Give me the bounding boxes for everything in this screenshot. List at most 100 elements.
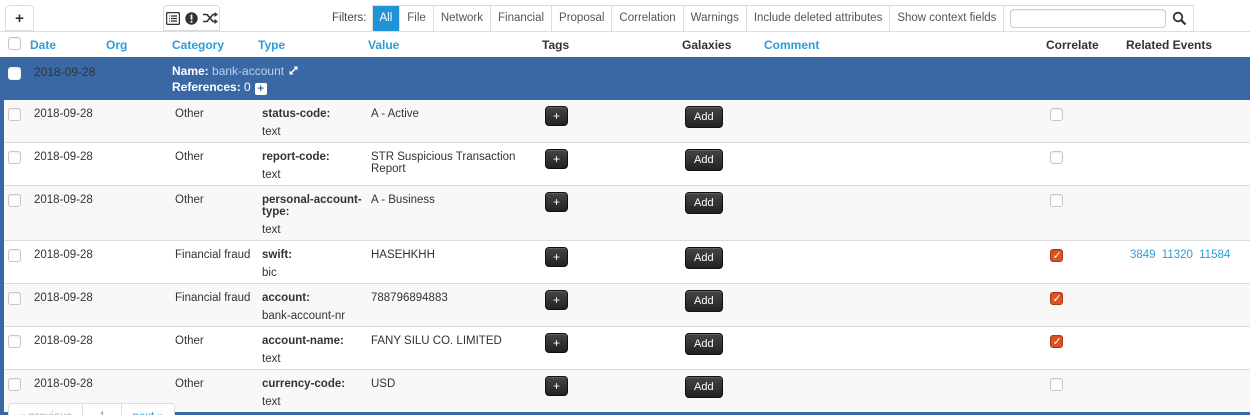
magnifier-icon[interactable] [1172,11,1187,26]
select-checkbox[interactable] [8,194,21,207]
attribute-type: report-code: text [258,151,368,181]
search-input[interactable] [1010,9,1166,28]
expand-icon[interactable] [288,65,299,76]
related-events-cell: 3849 11320 11584 [1126,249,1250,261]
add-tag-button[interactable]: + [545,376,568,396]
attribute-category: Other [172,194,258,206]
attribute-value: 788796894883 [368,292,542,304]
attribute-category: Financial fraud [172,292,258,304]
attribute-date: 2018-09-28 [30,249,106,261]
related-event-link[interactable]: 3849 [1130,249,1156,261]
add-tag-button[interactable]: + [545,290,568,310]
shuffle-icon[interactable] [203,12,218,24]
add-galaxy-button[interactable]: Add [685,333,723,355]
correlate-checkbox[interactable] [1050,194,1063,207]
correlate-checkbox[interactable] [1050,249,1063,262]
related-event-link[interactable]: 11584 [1199,249,1230,261]
filters-bar: Filters: All File Network Financial Prop… [332,5,1194,31]
add-tag-button[interactable]: + [545,247,568,267]
filter-tab-proposal[interactable]: Proposal [551,6,611,31]
select-all-checkbox[interactable] [8,37,21,50]
attribute-date: 2018-09-28 [30,378,106,390]
correlate-checkbox[interactable] [1050,378,1063,391]
attribute-row: 2018-09-28 Other status-code: text A - A… [4,100,1250,142]
attribute-type: status-code: text [258,108,368,138]
select-checkbox[interactable] [8,292,21,305]
attribute-row: 2018-09-28 Financial fraud swift: bic HA… [4,240,1250,283]
add-tag-button[interactable]: + [545,192,568,212]
object-references-label: References: [172,80,241,94]
column-header-correlate: Correlate [1046,38,1126,52]
attribute-value: STR Suspicious Transaction Report [368,151,542,175]
select-checkbox[interactable] [8,108,21,121]
attribute-type: account: bank-account-nr [258,292,368,322]
correlate-checkbox[interactable] [1050,292,1063,305]
pagination-next[interactable]: next » [122,403,174,415]
filter-tab-all[interactable]: All [373,6,400,31]
column-header-related-events: Related Events [1126,38,1250,52]
object-date: 2018-09-28 [30,63,106,79]
attribute-type: personal-account-type: text [258,194,368,236]
add-galaxy-button[interactable]: Add [685,149,723,171]
attribute-row: 2018-09-28 Other personal-account-type: … [4,185,1250,240]
select-checkbox[interactable] [8,249,21,262]
attribute-date: 2018-09-28 [30,292,106,304]
column-header-value[interactable]: Value [368,38,542,52]
attribute-row: 2018-09-28 Financial fraud account: bank… [4,283,1250,326]
plus-icon: + [15,10,24,27]
column-header-galaxies: Galaxies [682,38,764,52]
attribute-row: 2018-09-28 Other account-name: text FANY… [4,326,1250,369]
object-name-label: Name: [172,64,209,78]
correlate-checkbox[interactable] [1050,335,1063,348]
attribute-date: 2018-09-28 [30,194,106,206]
add-galaxy-button[interactable]: Add [685,192,723,214]
correlate-checkbox[interactable] [1050,108,1063,121]
plus-sign-icon[interactable]: + [255,83,267,95]
attribute-type: swift: bic [258,249,368,279]
filters-label: Filters: [332,12,367,24]
add-galaxy-button[interactable]: Add [685,106,723,128]
column-header-category[interactable]: Category [172,38,258,52]
attribute-date: 2018-09-28 [30,108,106,120]
column-header-org[interactable]: Org [106,38,172,52]
attribute-row: 2018-09-28 Other currency-code: text USD… [4,369,1250,412]
object-select-checkbox[interactable] [8,67,21,80]
column-header-comment[interactable]: Comment [764,38,1046,52]
attribute-toolbar: + Filters: All File Network [0,0,1250,32]
pagination-previous: « previous [8,403,83,415]
attribute-category: Other [172,335,258,347]
attribute-date: 2018-09-28 [30,151,106,163]
list-alt-icon[interactable] [166,12,180,25]
add-tag-button[interactable]: + [545,149,568,169]
object-summary: Name: bank-account References: 0+ [172,63,1250,95]
select-checkbox[interactable] [8,378,21,391]
filter-tab-file[interactable]: File [399,6,433,31]
object-block: 2018-09-28 Name: bank-account References… [0,57,1250,415]
filter-tab-show-context[interactable]: Show context fields [889,6,1003,31]
filter-tabs: All File Network Financial Proposal Corr… [372,5,1195,31]
filter-tab-network[interactable]: Network [433,6,490,31]
correlate-checkbox[interactable] [1050,151,1063,164]
attribute-value: HASEHKHH [368,249,542,261]
attribute-type: account-name: text [258,335,368,365]
add-attribute-button[interactable]: + [5,5,34,31]
select-checkbox[interactable] [8,335,21,348]
add-tag-button[interactable]: + [545,333,568,353]
column-header-type[interactable]: Type [258,38,368,52]
add-galaxy-button[interactable]: Add [685,376,723,398]
exclamation-circle-icon[interactable] [185,12,198,25]
filter-tab-financial[interactable]: Financial [490,6,551,31]
add-tag-button[interactable]: + [545,106,568,126]
select-checkbox[interactable] [8,151,21,164]
filter-tab-include-deleted[interactable]: Include deleted attributes [746,6,890,31]
add-galaxy-button[interactable]: Add [685,247,723,269]
column-header-tags: Tags [542,38,682,52]
filter-tab-correlation[interactable]: Correlation [611,6,682,31]
related-event-link[interactable]: 11320 [1162,249,1193,261]
column-header-date[interactable]: Date [30,38,106,52]
add-galaxy-button[interactable]: Add [685,290,723,312]
object-name-link[interactable]: bank-account [212,64,284,78]
filter-tab-warnings[interactable]: Warnings [683,6,746,31]
attribute-value: A - Active [368,108,542,120]
object-header-row: 2018-09-28 Name: bank-account References… [4,57,1250,100]
